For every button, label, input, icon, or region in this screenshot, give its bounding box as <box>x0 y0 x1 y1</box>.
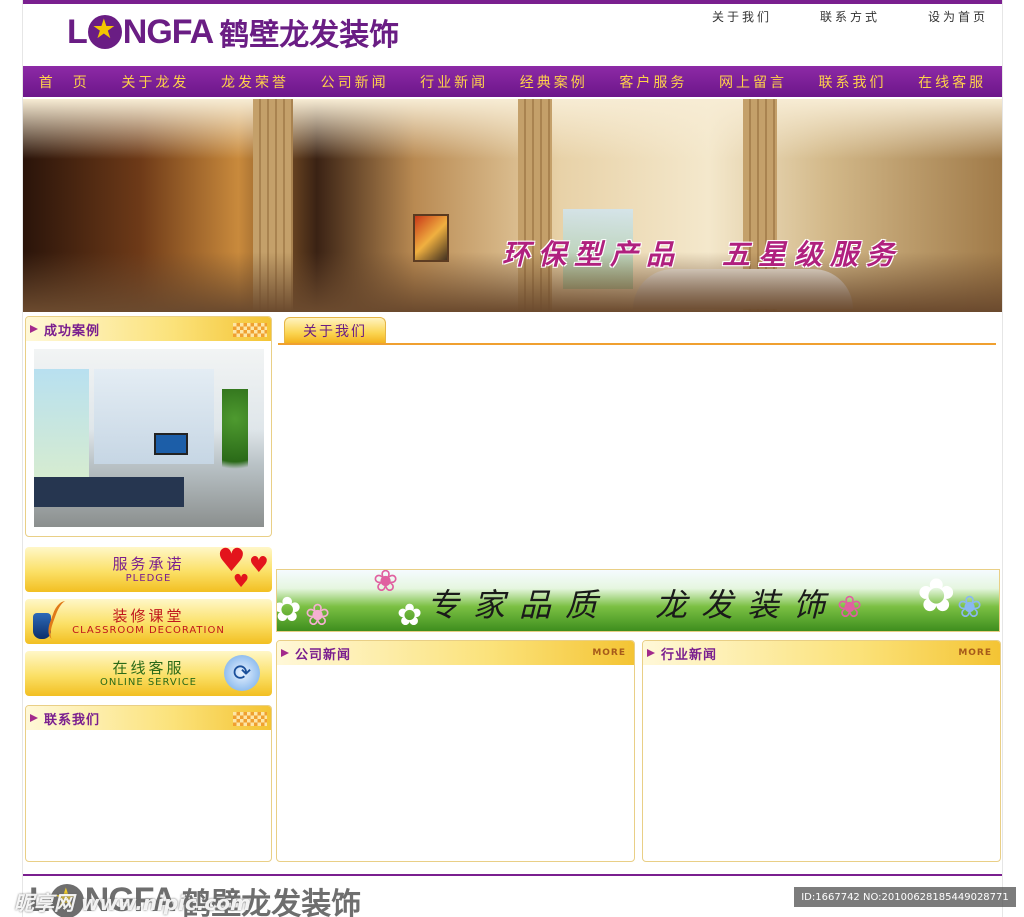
top-link-contact[interactable]: 联系方式 <box>820 8 880 25</box>
promo-pledge-title: 服务承诺 <box>112 554 185 573</box>
daisy-icon: ✿ <box>917 569 956 622</box>
logo-latin-text: L NGFA <box>67 12 214 52</box>
checker-pattern-icon <box>233 712 267 726</box>
promo-online-service-title: 在线客服 <box>112 658 185 677</box>
nav-item-classic-cases[interactable]: 经典案例 <box>520 72 588 92</box>
site-container: L NGFA 鹤壁龙发装饰 关于我们 联系方式 设为首页 首 页 关于龙发 龙发荣… <box>22 0 1003 917</box>
page: L NGFA 鹤壁龙发装饰 关于我们 联系方式 设为首页 首 页 关于龙发 龙发荣… <box>0 0 1024 917</box>
nav-item-company-news[interactable]: 公司新闻 <box>321 72 389 92</box>
industry-news-header: 行业新闻 MORE <box>643 641 1000 665</box>
promo-online-service-subtitle: ONLINE SERVICE <box>99 676 197 688</box>
banner-slogan-left: 环保型产品 <box>501 238 682 271</box>
watermark-right: ID:1667742 NO:20100628185449028771 <box>794 887 1016 907</box>
cases-panel-header: 成功案例 <box>26 317 271 341</box>
flower-icon: ❀ <box>957 590 983 625</box>
case-photo-tv <box>154 433 188 455</box>
flower-slogan-right: 龙发装饰 <box>655 586 840 624</box>
logo-letters-ngfa: NGFA <box>122 12 214 51</box>
daisy-icon: ✿ <box>277 590 302 630</box>
nav-item-customer-service[interactable]: 客户服务 <box>619 72 687 92</box>
contact-panel: 联系我们 <box>25 705 272 862</box>
nav-item-online-support[interactable]: 在线客服 <box>918 72 986 92</box>
bullet-icon <box>30 714 38 722</box>
case-photo-sofa <box>34 477 184 507</box>
industry-news-title: 行业新闻 <box>661 647 718 663</box>
promo-classroom-button[interactable]: 装修课堂 CLASSROOM DECORATION <box>25 599 272 644</box>
brush-icon <box>44 599 78 644</box>
bullet-icon <box>281 649 289 657</box>
contact-panel-title: 联系我们 <box>44 712 101 728</box>
daisy-icon: ✿ <box>397 598 423 632</box>
main-nav: 首 页 关于龙发 龙发荣誉 公司新闻 行业新闻 经典案例 客户服务 网上留言 联… <box>23 66 1002 97</box>
promo-classroom-title: 装修课堂 <box>112 606 185 625</box>
nav-item-honors[interactable]: 龙发荣誉 <box>221 72 289 92</box>
heart-icon: ♥ <box>249 553 269 578</box>
bullet-icon <box>647 649 655 657</box>
banner-ceiling <box>23 99 1002 159</box>
cases-panel: 成功案例 <box>25 316 272 537</box>
nav-item-industry-news[interactable]: 行业新闻 <box>420 72 488 92</box>
watermark-left: 昵享网 www.nipic.com <box>14 891 251 915</box>
flower-banner: ✿ ❀ ❀ ✿ ❀ ✿ ❀ 专家品质 龙发装饰 <box>276 569 1000 632</box>
refresh-icon: ⟳ <box>224 655 260 691</box>
flower-banner-slogan: 专家品质 龙发装饰 <box>427 580 839 626</box>
star-icon <box>87 14 122 49</box>
case-photo-plant <box>222 389 248 489</box>
nav-item-contact-us[interactable]: 联系我们 <box>819 72 887 92</box>
company-news-title: 公司新闻 <box>295 647 352 663</box>
bullet-icon <box>30 325 38 333</box>
checker-pattern-icon <box>233 323 267 337</box>
site-logo[interactable]: L NGFA 鹤壁龙发装饰 <box>67 10 399 54</box>
company-news-panel: 公司新闻 MORE <box>276 640 635 862</box>
banner-slogan-right: 五星级服务 <box>721 238 902 271</box>
logo-letter-l: L <box>67 12 88 51</box>
case-photo[interactable] <box>34 349 264 527</box>
hero-banner: 环保型产品 五星级服务 <box>23 99 1002 312</box>
nav-item-guestbook[interactable]: 网上留言 <box>719 72 787 92</box>
promo-online-service-button[interactable]: 在线客服 ONLINE SERVICE ⟳ <box>25 651 272 696</box>
flower-icon: ❀ <box>373 569 399 599</box>
nav-item-home[interactable]: 首 页 <box>39 72 90 92</box>
top-links: 关于我们 联系方式 设为首页 <box>712 8 988 25</box>
top-accent-line <box>23 0 1002 4</box>
flower-slogan-left: 专家品质 <box>427 586 612 624</box>
about-section-header: 关于我们 <box>278 317 996 345</box>
cases-panel-title: 成功案例 <box>44 323 101 339</box>
footer-divider <box>23 874 1002 876</box>
promo-pledge-subtitle: PLEDGE <box>125 572 172 584</box>
flower-icon: ❀ <box>837 590 863 625</box>
logo-chinese-name: 鹤壁龙发装饰 <box>219 18 400 53</box>
company-news-header: 公司新闻 MORE <box>277 641 634 665</box>
top-link-about[interactable]: 关于我们 <box>712 8 772 25</box>
contact-panel-header: 联系我们 <box>26 706 271 730</box>
promo-pledge-button[interactable]: 服务承诺 PLEDGE ♥ ♥ ♥ <box>25 547 272 592</box>
case-photo-window <box>34 369 89 479</box>
company-news-more-link[interactable]: MORE <box>592 648 626 658</box>
industry-news-more-link[interactable]: MORE <box>958 648 992 658</box>
flower-icon: ❀ <box>305 598 331 632</box>
top-link-set-homepage[interactable]: 设为首页 <box>928 8 988 25</box>
nav-item-about-longfa[interactable]: 关于龙发 <box>121 72 189 92</box>
promo-classroom-subtitle: CLASSROOM DECORATION <box>72 624 225 636</box>
tab-about-us[interactable]: 关于我们 <box>284 317 386 343</box>
banner-slogan: 环保型产品 五星级服务 <box>502 233 902 273</box>
heart-icon: ♥ <box>233 571 250 592</box>
industry-news-panel: 行业新闻 MORE <box>642 640 1001 862</box>
